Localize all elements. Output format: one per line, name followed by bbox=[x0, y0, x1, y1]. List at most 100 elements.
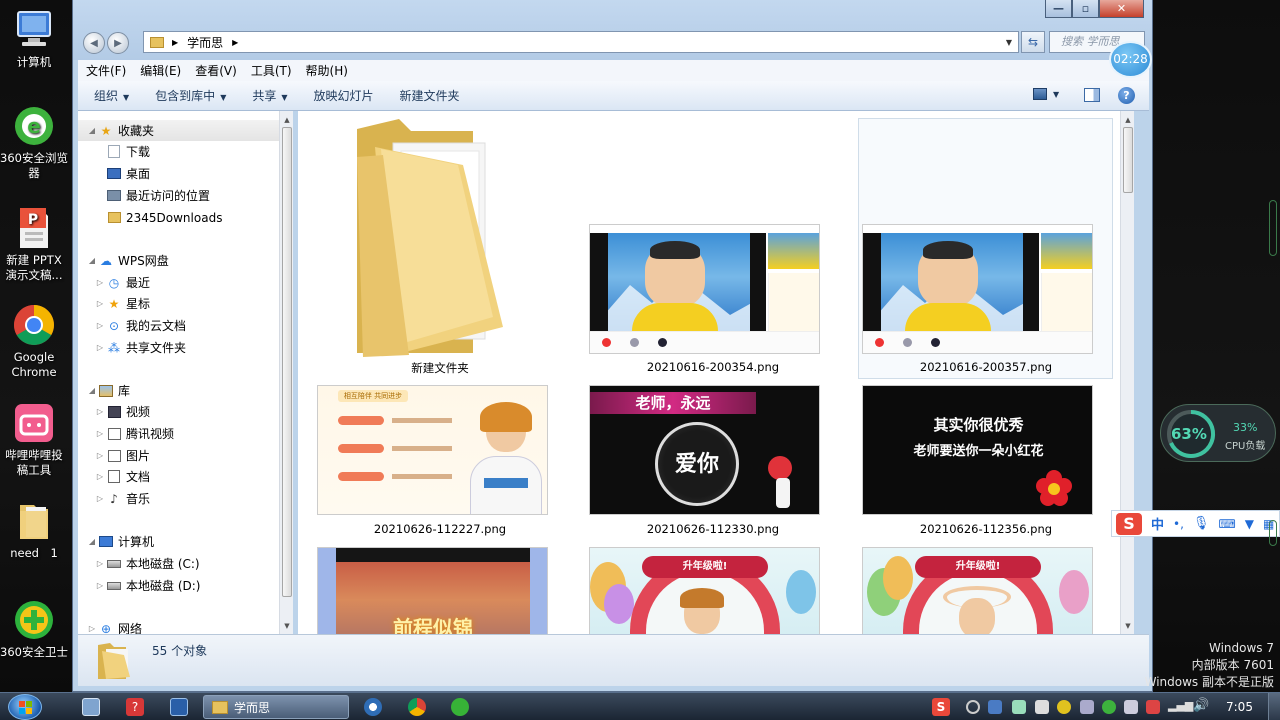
nav-lib-video[interactable]: ▷ 视频 bbox=[78, 401, 150, 422]
nav-wps-recent[interactable]: ▷ ◷ 最近 bbox=[78, 272, 150, 293]
nav-downloads[interactable]: 下载 bbox=[78, 141, 150, 162]
start-button[interactable] bbox=[8, 694, 42, 720]
ime-language-toggle[interactable]: 中 bbox=[1151, 514, 1164, 533]
tray-icon[interactable] bbox=[1124, 700, 1138, 714]
nav-desktop[interactable]: 桌面 bbox=[78, 163, 150, 184]
desktop-icon-need-folder[interactable]: need 1 bbox=[0, 499, 68, 561]
cloud-icon: ☁ bbox=[100, 253, 112, 268]
file-item[interactable]: 其实你很优秀 老师要送你一朵小红花 20210626-112356.png bbox=[859, 385, 1113, 541]
chrome-taskbar-icon[interactable] bbox=[408, 698, 426, 716]
back-button[interactable]: ◀ bbox=[83, 32, 105, 54]
collapse-arrow-icon: ▷ bbox=[96, 494, 104, 503]
ime-toolbar[interactable]: S 中 •, 🎙 ⌨ ▼ ▦ bbox=[1111, 510, 1280, 537]
nav-wps-drive[interactable]: ◢ ☁ WPS网盘 bbox=[78, 250, 169, 271]
menu-file[interactable]: 文件(F) bbox=[86, 62, 126, 79]
maximize-button[interactable]: ▫ bbox=[1072, 0, 1099, 18]
nav-wps-shared[interactable]: ▷ ⁂ 共享文件夹 bbox=[78, 337, 186, 358]
tray-icon[interactable] bbox=[966, 700, 980, 714]
taskbar-clock[interactable]: 7:05 bbox=[1226, 700, 1253, 714]
menu-edit[interactable]: 编辑(E) bbox=[140, 62, 181, 79]
file-item[interactable]: 老师，永远 爱你 20210626-112330.png bbox=[586, 385, 840, 541]
preview-pane-icon[interactable] bbox=[1084, 88, 1100, 102]
tray-icon[interactable] bbox=[1012, 700, 1026, 714]
nav-favorites[interactable]: ◢ ★ 收藏夹 bbox=[78, 120, 279, 141]
nav-2345downloads[interactable]: 2345Downloads bbox=[78, 207, 222, 228]
nav-library[interactable]: ◢ 库 bbox=[78, 380, 130, 401]
network-signal-icon[interactable]: ▂▄▆ bbox=[1168, 699, 1193, 712]
refresh-button[interactable]: ⇆ bbox=[1021, 31, 1045, 53]
skin-icon[interactable]: ▼ bbox=[1245, 517, 1254, 531]
view-options-button[interactable]: ▼ bbox=[1033, 88, 1059, 100]
nav-lib-tencent-video[interactable]: ▷ 腾讯视频 bbox=[78, 423, 174, 444]
scrollbar-thumb[interactable] bbox=[1123, 127, 1133, 193]
show-desktop-icon[interactable] bbox=[82, 698, 100, 716]
slideshow-button[interactable]: 放映幻灯片 bbox=[314, 87, 374, 104]
menu-tools[interactable]: 工具(T) bbox=[251, 62, 292, 79]
chevron-down-icon: ▼ bbox=[1053, 89, 1060, 99]
file-item[interactable]: 升年级啦! bbox=[859, 547, 1113, 634]
file-item[interactable]: 新建文件夹 bbox=[313, 111, 567, 381]
scroll-up-icon[interactable]: ▲ bbox=[280, 113, 293, 127]
tray-icon[interactable] bbox=[1146, 700, 1160, 714]
help-icon[interactable]: ? bbox=[1118, 87, 1135, 104]
file-item[interactable]: 相互陪伴 共同进步 20210626-112227.png bbox=[313, 385, 567, 541]
file-item[interactable]: 升年级啦! bbox=[586, 547, 840, 634]
taskbar-explorer-button[interactable]: 学而思 bbox=[203, 695, 349, 719]
file-item[interactable]: 前程似锦 bbox=[313, 547, 567, 634]
nav-disk-c[interactable]: ▷ 本地磁盘 (C:) bbox=[78, 553, 200, 574]
item-count: 55 个对象 bbox=[152, 644, 208, 658]
sogou-tray-icon[interactable]: S bbox=[932, 698, 950, 716]
tray-icon[interactable] bbox=[988, 700, 1002, 714]
nav-network[interactable]: ▷ ⊕ 网络 bbox=[78, 618, 142, 635]
nav-wps-cloud-docs[interactable]: ▷ ⊙ 我的云文档 bbox=[78, 315, 186, 336]
minimize-button[interactable]: — bbox=[1045, 0, 1072, 18]
close-button[interactable]: ✕ bbox=[1099, 0, 1144, 18]
new-folder-button[interactable]: 新建文件夹 bbox=[400, 87, 460, 104]
nav-lib-pictures[interactable]: ▷ 图片 bbox=[78, 445, 150, 466]
include-in-library-button[interactable]: 包含到库中 ▼ bbox=[155, 87, 226, 104]
volume-icon[interactable]: 🔊 bbox=[1193, 698, 1209, 713]
desktop-icon-360-safe[interactable]: 360安全卫士 bbox=[0, 598, 68, 660]
nav-recent-places[interactable]: 最近访问的位置 bbox=[78, 185, 210, 206]
microphone-icon[interactable]: 🎙 bbox=[1193, 516, 1210, 531]
punctuation-icon[interactable]: •, bbox=[1173, 517, 1184, 531]
nav-disk-d[interactable]: ▷ 本地磁盘 (D:) bbox=[78, 575, 201, 596]
nav-scrollbar[interactable]: ▲ ▼ bbox=[279, 111, 293, 634]
nav-lib-music[interactable]: ▷ ♪ 音乐 bbox=[78, 488, 150, 509]
address-dropdown-icon[interactable]: ▼ bbox=[1006, 38, 1012, 47]
desktop-icon-new-pptx[interactable]: P 新建 PPTX 演示文稿... bbox=[0, 206, 68, 283]
tray-icon[interactable] bbox=[1035, 700, 1049, 714]
app-icon[interactable] bbox=[170, 698, 188, 716]
tray-icon[interactable] bbox=[1057, 700, 1071, 714]
app-icon[interactable] bbox=[364, 698, 382, 716]
desktop-icon-chrome[interactable]: Google Chrome bbox=[0, 303, 68, 380]
desktop-icon-computer[interactable]: 计算机 bbox=[0, 8, 68, 70]
command-bar: 组织 ▼ 包含到库中 ▼ 共享 ▼ 放映幻灯片 新建文件夹 ▼ ? bbox=[78, 81, 1149, 111]
scroll-up-icon[interactable]: ▲ bbox=[1121, 113, 1134, 127]
nav-lib-documents[interactable]: ▷ 文档 bbox=[78, 466, 150, 487]
tray-icon[interactable] bbox=[1080, 700, 1094, 714]
share-button[interactable]: 共享 ▼ bbox=[252, 87, 287, 104]
show-desktop-button[interactable] bbox=[1268, 693, 1280, 720]
tray-icon[interactable] bbox=[1102, 700, 1116, 714]
cpu-monitor-widget[interactable]: 63% 33% CPU负载 bbox=[1160, 404, 1276, 462]
keyboard-icon[interactable]: ⌨ bbox=[1218, 517, 1235, 531]
scroll-down-icon[interactable]: ▼ bbox=[1121, 619, 1134, 633]
360-browser-taskbar-icon[interactable] bbox=[451, 698, 469, 716]
breadcrumb-current[interactable]: 学而思 bbox=[187, 34, 223, 51]
menu-view[interactable]: 查看(V) bbox=[195, 62, 237, 79]
forward-button[interactable]: ▶ bbox=[107, 32, 129, 54]
help-app-icon[interactable]: ? bbox=[126, 698, 144, 716]
file-item[interactable]: 20210616-200354.png bbox=[586, 111, 840, 381]
file-item[interactable]: 20210616-200357.png bbox=[859, 111, 1113, 381]
scrollbar-thumb[interactable] bbox=[282, 127, 292, 597]
nav-wps-starred[interactable]: ▷ ★ 星标 bbox=[78, 293, 150, 314]
content-scrollbar[interactable]: ▲ ▼ bbox=[1120, 111, 1134, 634]
scroll-down-icon[interactable]: ▼ bbox=[280, 619, 293, 633]
nav-computer[interactable]: ◢ 计算机 bbox=[78, 531, 154, 552]
menu-help[interactable]: 帮助(H) bbox=[306, 62, 348, 79]
desktop-icon-360-browser[interactable]: e 360安全浏览器 bbox=[0, 104, 68, 181]
address-bar[interactable]: ▶ 学而思 ▶ ▼ bbox=[143, 31, 1019, 53]
desktop-icon-bilibili[interactable]: 哔哩哔哩投稿工具 bbox=[0, 401, 68, 478]
organize-button[interactable]: 组织 ▼ bbox=[94, 87, 129, 104]
